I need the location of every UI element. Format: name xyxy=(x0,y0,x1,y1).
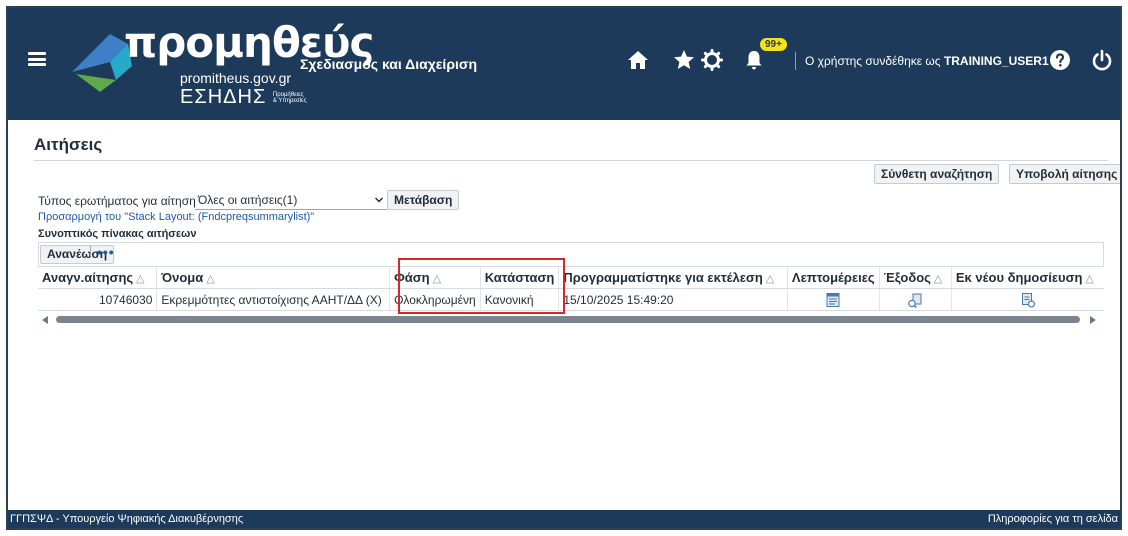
column-header-status: Κατάσταση xyxy=(479,266,559,289)
home-icon[interactable] xyxy=(626,48,650,72)
table-row[interactable]: 10746030 Εκρεμμότητες αντιστοίχισης ΑΑΗΤ… xyxy=(38,288,1104,311)
scrollbar-thumb[interactable] xyxy=(56,316,1080,323)
column-header-scheduled[interactable]: Προγραμματίστηκε για εκτέλεση △ xyxy=(558,266,788,289)
user-prefix: Ο χρήστης συνδέθηκε ως xyxy=(805,54,941,68)
power-icon[interactable] xyxy=(1090,48,1114,72)
filter-label: Τύπος ερωτήματος για αίτηση xyxy=(38,194,196,208)
app-frame: προμηθεύς promitheus.gov.gr ΕΣΗΔΗΣ Προμή… xyxy=(6,6,1122,530)
chevron-down-icon xyxy=(375,197,383,203)
sort-icon[interactable]: △ xyxy=(1085,273,1093,285)
column-label: Κατάσταση xyxy=(484,270,555,285)
name-cell: Εκρεμμότητες αντιστοίχισης ΑΑΗΤ/ΔΔ (X) xyxy=(156,288,390,311)
help-icon[interactable] xyxy=(1048,48,1072,72)
go-button[interactable]: Μετάβαση xyxy=(387,190,460,210)
advanced-search-button[interactable]: Σύνθετη αναζήτηση xyxy=(874,164,1000,184)
request-id-cell: 10746030 xyxy=(38,288,157,311)
republish-cell xyxy=(950,288,1104,311)
column-label: Όνομα xyxy=(161,270,204,285)
scroll-left-icon[interactable] xyxy=(42,316,48,324)
sort-icon[interactable]: △ xyxy=(206,273,214,285)
column-header-republish[interactable]: Εκ νέου δημοσίευση △ xyxy=(950,266,1104,289)
page-title: Αιτήσεις xyxy=(34,135,103,154)
request-type-value: Όλες οι αιτήσεις(1) xyxy=(198,193,298,207)
app-title: Σχεδιασμός και Διαχείριση xyxy=(300,56,477,72)
customize-layout-link[interactable]: Προσαρμογή του "Stack Layout: (Fndcpreqs… xyxy=(38,211,314,223)
column-header-details: Λεπτομέρειες xyxy=(786,266,880,289)
global-header: προμηθεύς promitheus.gov.gr ΕΣΗΔΗΣ Προμή… xyxy=(8,8,1120,120)
sort-icon[interactable]: △ xyxy=(934,273,942,285)
requests-table: Αναγν.αίτησης △ Όνομα △ Φάση △ Κατάσταση Πρ… xyxy=(38,266,1104,311)
column-header-name[interactable]: Όνομα △ xyxy=(156,266,390,289)
toolbar-divider xyxy=(90,246,91,256)
page-footer: ΓΓΠΣΨΔ - Υπουργείο Ψηφιακής Διακυβέρνηση… xyxy=(8,510,1120,528)
star-icon[interactable] xyxy=(672,48,696,72)
column-header-phase[interactable]: Φάση △ xyxy=(389,266,481,289)
status-cell: Κανονική xyxy=(479,288,559,311)
gear-icon[interactable] xyxy=(700,48,724,72)
column-label: Λεπτομέρειες xyxy=(791,270,875,285)
column-header-output[interactable]: Έξοδος △ xyxy=(878,266,952,289)
column-label: Προγραμματίστηκε για εκτέλεση xyxy=(563,270,763,285)
page-info-link[interactable]: Πληροφορίες για τη σελίδα xyxy=(988,513,1118,525)
column-header-request-id[interactable]: Αναγν.αίτησης △ xyxy=(38,266,157,289)
column-label: Εκ νέου δημοσίευση xyxy=(955,270,1083,285)
details-cell xyxy=(786,288,880,311)
user-info: Ο χρήστης συνδέθηκε ως TRAINING_USER1 xyxy=(805,54,1049,68)
title-divider xyxy=(34,160,1108,161)
column-label: Έξοδος xyxy=(883,270,931,285)
bell-icon[interactable] xyxy=(742,48,766,72)
details-icon[interactable] xyxy=(825,292,841,308)
output-cell xyxy=(878,288,952,311)
column-label: Φάση xyxy=(394,270,430,285)
more-actions-icon[interactable]: ••• xyxy=(97,244,115,260)
republish-icon[interactable] xyxy=(1020,292,1036,308)
promitheus-logo[interactable]: προμηθεύς promitheus.gov.gr ΕΣΗΔΗΣ Προμή… xyxy=(70,14,374,114)
sort-icon[interactable]: △ xyxy=(766,273,774,285)
logo-esidis-sub: Προμήθειες & Υπηρεσίες xyxy=(273,92,307,104)
phase-cell: Ολοκληρωμένη xyxy=(389,288,481,311)
user-name: TRAINING_USER1 xyxy=(943,54,1049,68)
output-icon[interactable] xyxy=(907,292,923,308)
submit-request-button[interactable]: Υποβολή αίτησης xyxy=(1009,164,1120,184)
sort-icon[interactable]: △ xyxy=(136,273,144,285)
header-divider xyxy=(795,52,796,70)
logo-esidis-sub-2: & Υπηρεσίες xyxy=(272,97,307,104)
section-title: Συνοπτικός πίνακας αιτήσεων xyxy=(38,228,197,240)
column-label: Αναγν.αίτησης xyxy=(42,270,134,285)
logo-esidis-text: ΕΣΗΔΗΣ xyxy=(180,86,267,108)
menu-icon[interactable] xyxy=(28,52,46,66)
footer-organization: ΓΓΠΣΨΔ - Υπουργείο Ψηφιακής Διακυβέρνηση… xyxy=(10,513,244,525)
table-header-row: Αναγν.αίτησης △ Όνομα △ Φάση △ Κατάσταση Πρ… xyxy=(38,266,1104,289)
request-type-select[interactable]: Όλες οι αιτήσεις(1) xyxy=(195,191,387,210)
scroll-right-icon[interactable] xyxy=(1090,316,1096,324)
logo-domain: promitheus.gov.gr xyxy=(180,70,292,86)
sort-icon[interactable]: △ xyxy=(433,273,441,285)
table-toolbar xyxy=(38,242,1104,266)
logo-esidis: ΕΣΗΔΗΣ Προμήθειες & Υπηρεσίες xyxy=(180,86,307,109)
scheduled-cell: 15/10/2025 15:49:20 xyxy=(558,288,788,311)
horizontal-scrollbar[interactable] xyxy=(38,314,1104,326)
notifications-badge[interactable]: 99+ xyxy=(760,38,787,51)
